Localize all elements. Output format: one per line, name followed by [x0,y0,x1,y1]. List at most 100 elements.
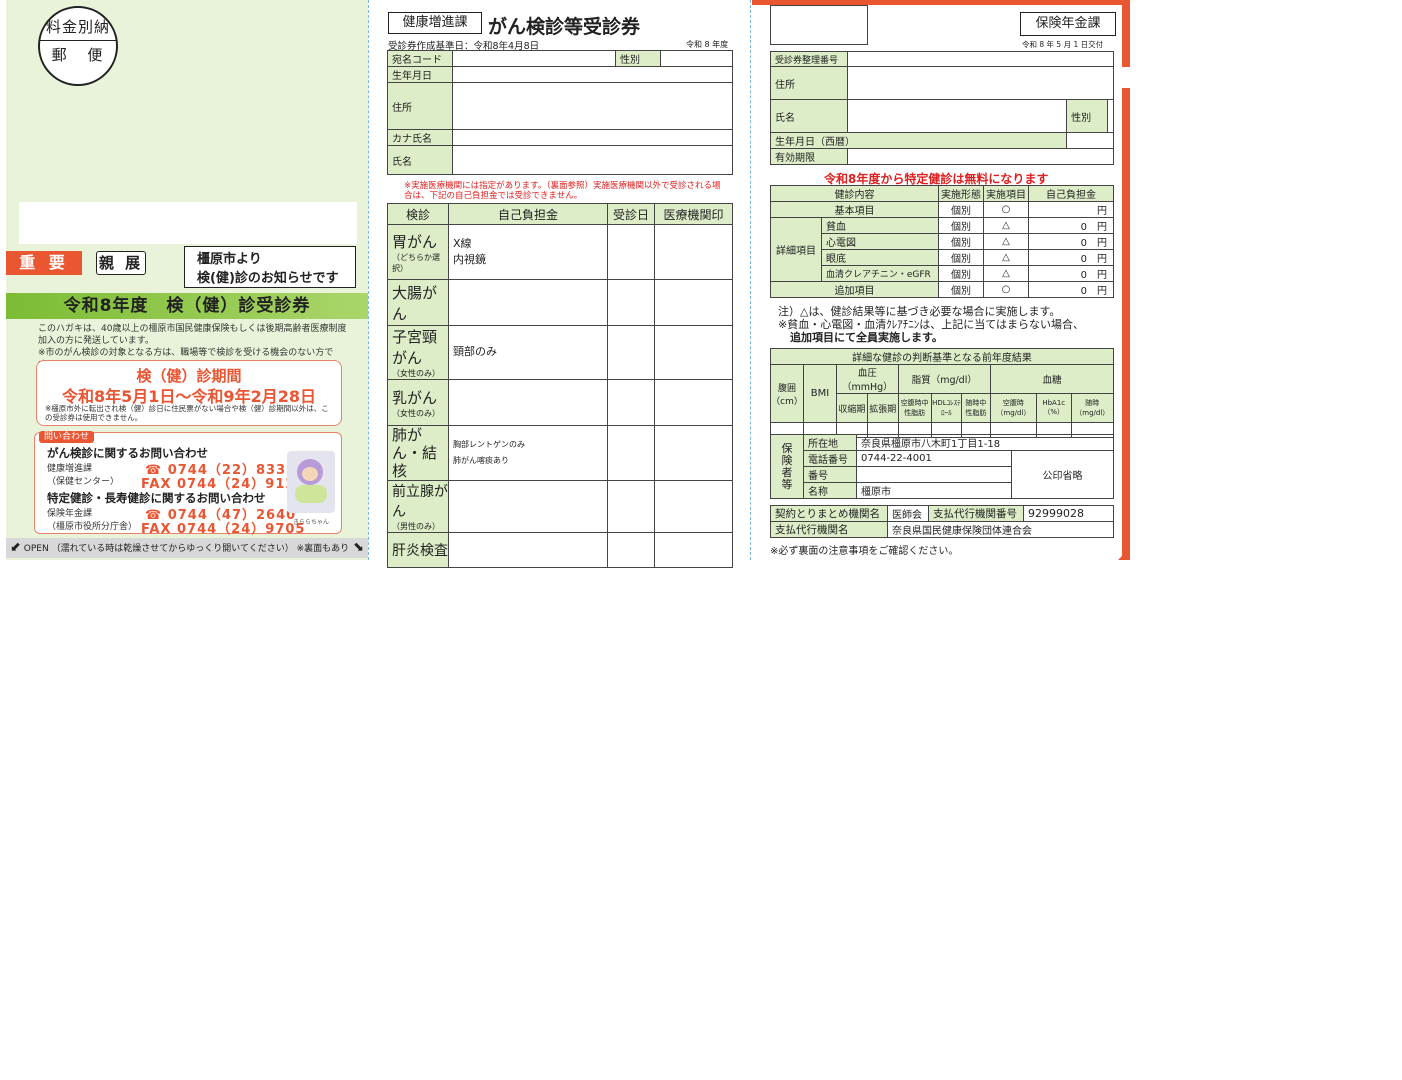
exam-name: 前立腺がん [392,484,448,520]
agent-name: 奈良県国民健康保険団体連合会 [887,521,1114,538]
note-line2: ※貧血・心電図・血清ｸﾚｱﾁﾆﾝは、上記に当てはまらない場合、 [778,318,1084,331]
exam-date-cell [607,425,655,481]
item-fee: 0 円 [1028,233,1114,250]
voucher-title: がん検診等受診券 [488,16,641,38]
field-label: 住所 [387,82,453,130]
field-label: 受診券整理番号 [770,51,848,67]
sender-line1: 橿原市より [197,252,262,267]
field-value [452,50,616,67]
col-header: 腹囲（cm） [770,364,804,423]
col-header: 随時中性脂肪 [960,393,991,423]
issue-date: 令和 8 年 5 月 1 日交付 [1022,40,1104,49]
exam-name: 子宮頸がん [392,328,438,367]
field-label: 支払代行機関名 [770,521,888,538]
item-form: 個別 [938,265,984,282]
open-instruction-bar: ⬋ OPEN （濡れている時は乾燥させてからゆっくり開いてください） ※裏面もあ… [6,538,368,558]
field-value [452,82,733,130]
clinic-seal-cell [654,279,733,326]
dept2-name: 保険年金課 [47,509,93,519]
dept-label: 健康増進課 [388,12,482,34]
field-value [660,50,733,67]
exam-name: 乳がん [392,388,438,407]
checkup-items-table: 健診内容 実施形態 実施項目 自己負担金 基本項目 個別 ○ 円 詳細項目 貧血… [770,185,1114,298]
contract-table: 契約とりまとめ機関名 医師会 支払代行機関番号 92999028 支払代行機関名… [770,505,1114,538]
fold-line [368,0,369,560]
exam-detail: 頸部のみ [448,325,608,380]
exam-date-cell [607,325,655,380]
col-header: 随時（mg/dl） [1070,393,1115,423]
field-label: 支払代行機関番号 [928,505,1024,522]
clinic-seal-cell [654,480,733,533]
item-name: 眼底 [821,249,939,266]
item-mark: △ [983,249,1029,266]
sender-line2: 検(健)診のお知らせです [197,271,339,286]
detail-items-label: 詳細項目 [770,217,822,282]
agent-number: 92999028 [1023,505,1114,522]
contract-value: 医師会 [887,505,929,522]
item-fee: 0 円 [1028,249,1114,266]
exam-date-cell [607,532,655,568]
item-form: 個別 [938,201,984,218]
table-row: 子宮頸がん （女性のみ） 頸部のみ [387,325,733,380]
col-header: 健診内容 [770,185,939,202]
screening-table: 検診 自己負担金 受診日 医療機関印 胃がん （どちらか選択） X線 内視鏡 大腸が… [387,203,733,568]
col-header: 医療機関印 [654,203,733,225]
dept2-fax: FAX 0744（24）9705 [141,522,306,537]
col-header: 自己負担金 [448,203,608,225]
note-line3: 追加項目にて全員実施します。 [790,331,943,344]
item-fee: 円 [1028,201,1114,218]
fold-line [750,0,751,560]
col-header: 実施形態 [938,185,984,202]
col-header: 実施項目 [983,185,1029,202]
table-row: 追加項目 個別 ○ 0 円 [770,281,1114,298]
table-row: 乳がん （女性のみ） [387,379,733,426]
insurer-address: 奈良県橿原市八木町1丁目1-18 [856,434,1114,451]
open-text: OPEN （濡れている時は乾燥させてからゆっくり開いてください） ※裏面もあり [23,544,350,554]
field-value [452,129,733,146]
item-form: 個別 [938,281,984,298]
item-fee: 0 円 [1028,265,1114,282]
item-fee: 0 円 [1028,217,1114,234]
col-group: 血糖 [989,364,1115,394]
col-header: 空腹時中性脂肪 [897,393,932,423]
seal-box [770,5,868,45]
recipient-info-table: 受診券整理番号 住所 氏名 性別 生年月日（西暦） 有効期限 [769,51,1114,165]
table-row: 肺がん・結核 胸部レントゲンのみ 肺がん喀痰あり [387,425,733,481]
cancer-screening-voucher-panel: 健康増進課 がん検診等受診券 受診券作成基準日：令和8年4月8日 令和 8 年度… [384,0,736,568]
item-mark: ○ [983,201,1029,218]
insurer-table: 保険者等 所在地 奈良県橿原市八木町1丁目1-18 電話番号 0744-22-4… [770,434,1114,499]
exam-date-cell [607,379,655,426]
table-row: 大腸がん [387,279,733,326]
col-group: 血圧（mmHg） [836,364,899,394]
table-row: 眼底 個別 △ 0 円 [771,249,1114,266]
table-row: 心電図 個別 △ 0 円 [771,233,1114,250]
exam-date-cell [607,224,655,280]
item-name: 貧血 [821,217,939,234]
dept1-name: 健康増進課 [47,464,93,474]
mascot-name: きららちゃん [292,519,329,526]
arrow-up-left-icon: ⬋ [10,540,21,555]
item-name: 基本項目 [770,201,939,218]
exam-name: 肝炎検査 [392,543,448,559]
exam-date-cell [607,279,655,326]
field-label: 名称 [803,482,857,499]
inquiry-tag: 問い合わせ [39,431,95,443]
inquiry-box: 問い合わせ がん検診に関するお問い合わせ 健康増進課 （保健センター） ☎ 07… [34,431,342,537]
table-row: 血清クレアチニン・eGFR 個別 △ 0 円 [771,265,1114,282]
fiscal-year: 令和 8 年度 [686,40,729,49]
period-note: ※橿原市外に転出され検（健）診日に住民票がない場合や検（健）診期間以外は、この受… [45,404,329,422]
footer-note: ※必ず裏面の注意事項をご確認ください。 [770,546,959,557]
exam-sub: （女性のみ） [392,369,440,378]
col-header: 空腹時（mg/dl） [989,393,1037,423]
table-row: 肝炎検査 [387,532,733,568]
item-mark: ○ [983,281,1029,298]
description-line1: このハガキは、40歳以上の橿原市国民健康保険もしくは後期高齢者医療制度加入の方に… [38,324,347,346]
specific-health-checkup-panel: 保険年金課 令和 8 年 5 月 1 日交付 受診券整理番号 住所 氏名 性別 生… [752,0,1130,560]
orange-edge-right [1122,5,1130,67]
exam-sub: （どちらか選択） [392,252,440,273]
stamp-line1: 料金別納 [40,16,116,41]
exam-sub: （男性のみ） [392,522,440,531]
item-name: 血清クレアチニン・eGFR [821,265,939,282]
corner-mark [1118,548,1130,560]
exam-detail: X線 [453,237,472,250]
